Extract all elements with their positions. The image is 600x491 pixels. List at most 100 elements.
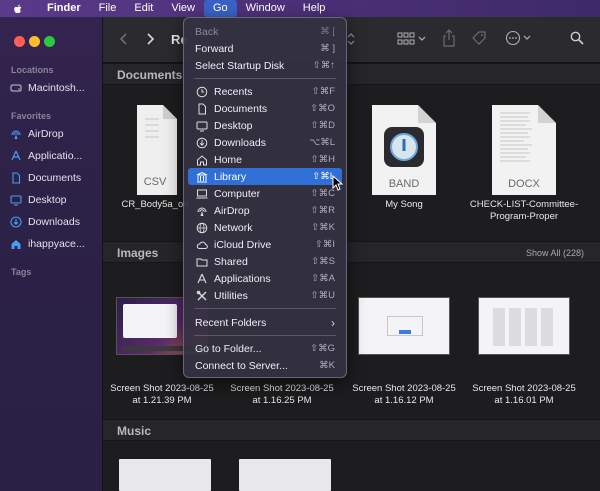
back-chevron-icon[interactable] <box>119 32 129 46</box>
title-dropdown-icon[interactable] <box>347 33 355 45</box>
menu-item-recents[interactable]: Recents ⇧⌘F <box>188 83 342 100</box>
desktop-icon <box>196 121 208 131</box>
apple-icon[interactable] <box>12 3 24 15</box>
sidebar-item-label: Desktop <box>28 194 67 206</box>
close-window-button[interactable] <box>14 36 25 47</box>
menu-item-forward[interactable]: Forward ⌘ ] <box>188 40 342 57</box>
search-icon[interactable] <box>570 31 584 45</box>
sidebar-item-home[interactable]: ihappyace... <box>10 235 102 253</box>
sidebar-item-downloads[interactable]: Downloads <box>10 213 102 231</box>
home-icon <box>197 154 207 165</box>
menu-view[interactable]: View <box>162 0 204 17</box>
sidebar-header-locations: Locations <box>11 65 54 75</box>
music-thumbnail[interactable] <box>119 459 211 491</box>
sidebar-header-favorites: Favorites <box>11 111 52 121</box>
main-pane: Re Documents CSV CR_Body5a_on BAND My So… <box>103 17 600 491</box>
image-item[interactable]: Screen Shot 2023-08-25 at 1.16.12 PM <box>344 297 464 407</box>
applications-icon <box>197 273 207 283</box>
shared-folder-icon <box>196 258 208 266</box>
sidebar-item-applications[interactable]: Applicatio... <box>10 147 102 165</box>
menu-separator <box>194 335 336 336</box>
file-type-badge: CSV <box>143 176 167 188</box>
sidebar-item-desktop[interactable]: Desktop <box>10 191 102 209</box>
minimize-window-button[interactable] <box>29 36 40 47</box>
menu-item-select-startup-disk[interactable]: Select Startup Disk ⇧⌘↑ <box>188 57 342 74</box>
submenu-chevron-icon: › <box>331 315 335 330</box>
menu-item-utilities[interactable]: Utilities ⇧⌘U <box>188 287 342 304</box>
menu-finder[interactable]: Finder <box>38 0 90 17</box>
menu-item-computer[interactable]: Computer ⇧⌘C <box>188 185 342 202</box>
image-caption: Screen Shot 2023-08-25 at 1.16.01 PM <box>472 383 576 406</box>
menu-item-go-to-folder[interactable]: Go to Folder... ⇧⌘G <box>188 340 342 357</box>
file-item-band[interactable]: BAND My Song <box>344 103 464 211</box>
forward-chevron-icon[interactable] <box>145 32 155 46</box>
menu-item-applications[interactable]: Applications ⇧⌘A <box>188 270 342 287</box>
mouse-pointer-icon <box>332 175 344 191</box>
menu-separator <box>194 308 336 309</box>
toolbar: Re <box>103 17 600 63</box>
cloud-icon <box>196 241 208 249</box>
file-type-badge: BAND <box>388 178 420 190</box>
menu-edit[interactable]: Edit <box>125 0 162 17</box>
menu-item-airdrop[interactable]: AirDrop ⇧⌘R <box>188 202 342 219</box>
sidebar-item-label: Applicatio... <box>28 150 83 162</box>
image-item[interactable]: Screen Shot 2023-08-25 at 1.16.01 PM <box>464 297 584 407</box>
section-title: Images <box>117 246 159 260</box>
documents-section-header: Documents <box>103 63 600 85</box>
image-caption: Screen Shot 2023-08-25 at 1.16.12 PM <box>352 383 456 406</box>
desktop-icon <box>10 195 22 206</box>
sidebar-item-label: Documents <box>28 172 82 184</box>
menu-item-icloud-drive[interactable]: iCloud Drive ⇧⌘I <box>188 236 342 253</box>
view-options-icon[interactable] <box>397 31 429 47</box>
airdrop-icon <box>197 207 207 216</box>
menu-item-library[interactable]: Library ⇧⌘L <box>188 168 342 185</box>
share-icon[interactable] <box>442 29 456 47</box>
menu-bar: Finder File Edit View Go Window Help <box>0 0 600 17</box>
downloads-icon <box>10 216 22 228</box>
menu-item-home[interactable]: Home ⇧⌘H <box>188 151 342 168</box>
menu-item-documents[interactable]: Documents ⇧⌘O <box>188 100 342 117</box>
sidebar-header-tags: Tags <box>11 267 32 277</box>
file-name: My Song <box>385 199 423 210</box>
content-area: Documents CSV CR_Body5a_on BAND My Song <box>103 63 600 491</box>
downloads-icon <box>196 137 208 148</box>
menu-item-shared[interactable]: Shared ⇧⌘S <box>188 253 342 270</box>
sidebar-item-documents[interactable]: Documents <box>10 169 102 187</box>
menu-window[interactable]: Window <box>237 0 294 17</box>
docx-file-icon: DOCX <box>488 103 560 195</box>
music-thumbnail[interactable] <box>239 459 331 491</box>
image-caption: Screen Shot 2023-08-25 at 1.21.39 PM <box>110 383 214 406</box>
tag-icon[interactable] <box>471 30 487 46</box>
menu-item-network[interactable]: Network ⇧⌘K <box>188 219 342 236</box>
document-icon <box>12 172 21 184</box>
more-actions-icon[interactable] <box>505 30 535 46</box>
menu-item-downloads[interactable]: Downloads ⌥⌘L <box>188 134 342 151</box>
document-icon <box>198 103 206 114</box>
file-type-badge: DOCX <box>508 178 540 190</box>
menu-help[interactable]: Help <box>294 0 335 17</box>
utilities-icon <box>196 290 207 300</box>
zoom-window-button[interactable] <box>44 36 55 47</box>
sidebar-item-airdrop[interactable]: AirDrop <box>10 125 102 143</box>
show-all-button[interactable]: Show All (228) <box>526 248 584 258</box>
file-item-docx[interactable]: DOCX CHECK-LIST-Committee-Program-Proper <box>464 103 584 223</box>
sidebar-item-macintosh-hd[interactable]: Macintosh... <box>10 79 102 97</box>
sidebar-item-label: Downloads <box>28 216 80 228</box>
computer-icon <box>196 189 208 198</box>
section-title: Documents <box>117 68 183 82</box>
sidebar: Locations Macintosh... Favorites AirDrop… <box>0 17 103 491</box>
menu-item-recent-folders[interactable]: Recent Folders › <box>188 314 342 331</box>
csv-file-icon: CSV <box>125 103 185 195</box>
library-icon <box>196 171 208 182</box>
image-caption: Screen Shot 2023-08-25 at 1.16.25 PM <box>230 383 334 406</box>
menu-item-connect-to-server[interactable]: Connect to Server... ⌘K <box>188 357 342 374</box>
file-name: CHECK-LIST-Committee-Program-Proper <box>469 199 579 222</box>
menu-go[interactable]: Go <box>203 0 237 17</box>
globe-icon <box>196 222 208 233</box>
clock-icon <box>196 86 208 97</box>
menu-item-back[interactable]: Back ⌘ [ <box>188 23 342 40</box>
section-title: Music <box>117 424 152 438</box>
home-icon <box>11 240 21 249</box>
menu-item-desktop[interactable]: Desktop ⇧⌘D <box>188 117 342 134</box>
menu-file[interactable]: File <box>90 0 126 17</box>
